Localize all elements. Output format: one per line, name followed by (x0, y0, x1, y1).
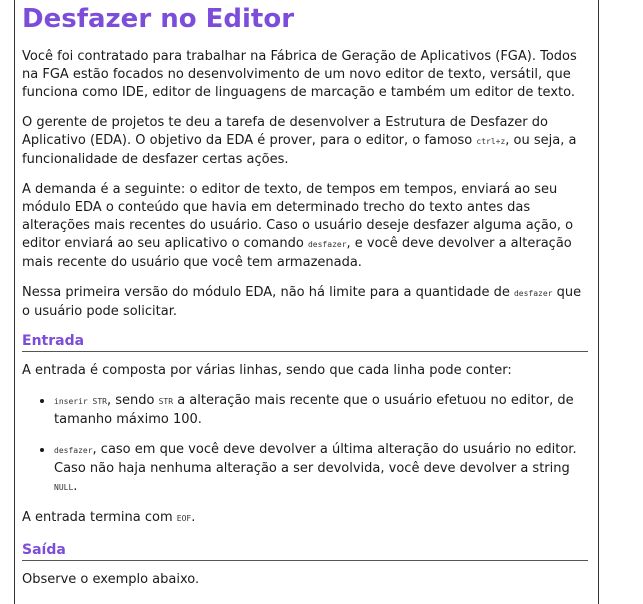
problem-page: Desfazer no Editor Você foi contratado p… (14, 0, 599, 604)
problem-content: Desfazer no Editor Você foi contratado p… (22, 0, 588, 601)
item2-text-a: , caso em que você deve devolver a últim… (54, 442, 577, 476)
item2-code-2: NULL (54, 483, 74, 492)
intro-p4-text-a: Nessa primeira versão do módulo EDA, não… (22, 285, 514, 300)
entrada-end-text-a: A entrada termina com (22, 510, 177, 525)
item2-code: desfazer (54, 446, 93, 455)
intro-p2-text-a: O gerente de projetos te deu a tarefa de… (22, 115, 548, 148)
entrada-end-paragraph: A entrada termina com EOF. (22, 509, 588, 528)
list-item: inserir STR, sendo STR a alteração mais … (54, 392, 588, 429)
item2-text-b: . (73, 479, 78, 494)
intro-p2-code: ctrl+z (476, 137, 506, 146)
page-title: Desfazer no Editor (22, 4, 295, 34)
item1-code: inserir STR (54, 397, 107, 406)
entrada-end-text-b: . (191, 510, 196, 525)
intro-p4-code: desfazer (513, 289, 553, 298)
saida-heading: Saída (22, 540, 588, 561)
intro-paragraph-3: A demanda é a seguinte: o editor de text… (22, 181, 588, 272)
list-item: desfazer, caso em que você deve devolver… (54, 441, 588, 497)
item1-text-a: , sendo (106, 393, 159, 408)
saida-paragraph: Observe o exemplo abaixo. (22, 571, 588, 589)
entrada-heading: Entrada (22, 331, 588, 352)
saida-p1-text: Observe o exemplo abaixo. (22, 572, 200, 587)
intro-paragraph-2: O gerente de projetos te deu a tarefa de… (22, 114, 588, 169)
entrada-end-code: EOF (176, 514, 192, 523)
item1-code-2: STR (158, 397, 174, 406)
entrada-p1-text: A entrada é composta por várias linhas, … (22, 363, 512, 378)
intro-p3-code: desfazer (307, 240, 347, 249)
entrada-paragraph: A entrada é composta por várias linhas, … (22, 362, 588, 380)
intro-paragraph-1: Você foi contratado para trabalhar na Fá… (22, 48, 588, 102)
entrada-list: inserir STR, sendo STR a alteração mais … (22, 392, 588, 497)
entrada-section-header: Entrada (22, 331, 588, 352)
intro-paragraph-4: Nessa primeira versão do módulo EDA, não… (22, 284, 588, 321)
intro-p1-text: Você foi contratado para trabalhar na Fá… (22, 49, 577, 100)
saida-section-header: Saída (22, 540, 588, 561)
